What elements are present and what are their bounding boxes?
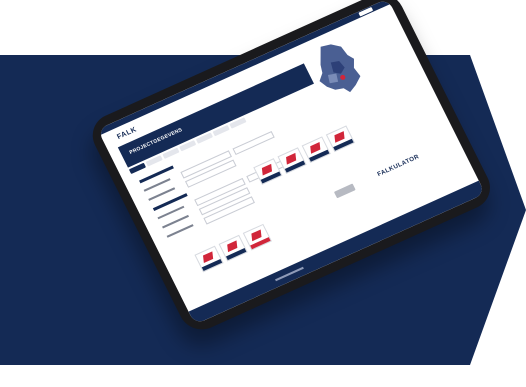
product-card[interactable]	[325, 125, 356, 153]
tablet-device: FALK PROJECTGEGEVENS FALKULATOR	[85, 0, 498, 337]
sandwich-panel-icon	[286, 152, 297, 165]
product-card-selected[interactable]	[242, 223, 272, 251]
product-card[interactable]	[218, 234, 248, 262]
sandwich-panel-icon	[227, 240, 238, 253]
sandwich-panel-icon	[334, 131, 345, 143]
netherlands-map-icon	[319, 44, 361, 93]
sandwich-panel-icon	[310, 142, 321, 154]
tablet-screen: FALK PROJECTGEGEVENS FALKULATOR	[97, 0, 486, 325]
sandwich-panel-icon	[203, 251, 214, 264]
product-card-row-bottom	[194, 223, 272, 273]
sandwich-panel-icon	[261, 163, 273, 176]
product-card[interactable]	[301, 136, 331, 164]
falkulator-wordmark: FALKULATOR	[376, 154, 421, 179]
sandwich-panel-icon	[251, 229, 262, 242]
login-button[interactable]	[358, 6, 374, 17]
footer-links[interactable]	[275, 266, 304, 282]
tablet-mockup: FALK PROJECTGEGEVENS FALKULATOR	[0, 0, 526, 387]
calculate-button[interactable]	[333, 183, 356, 199]
product-card[interactable]	[194, 245, 224, 273]
